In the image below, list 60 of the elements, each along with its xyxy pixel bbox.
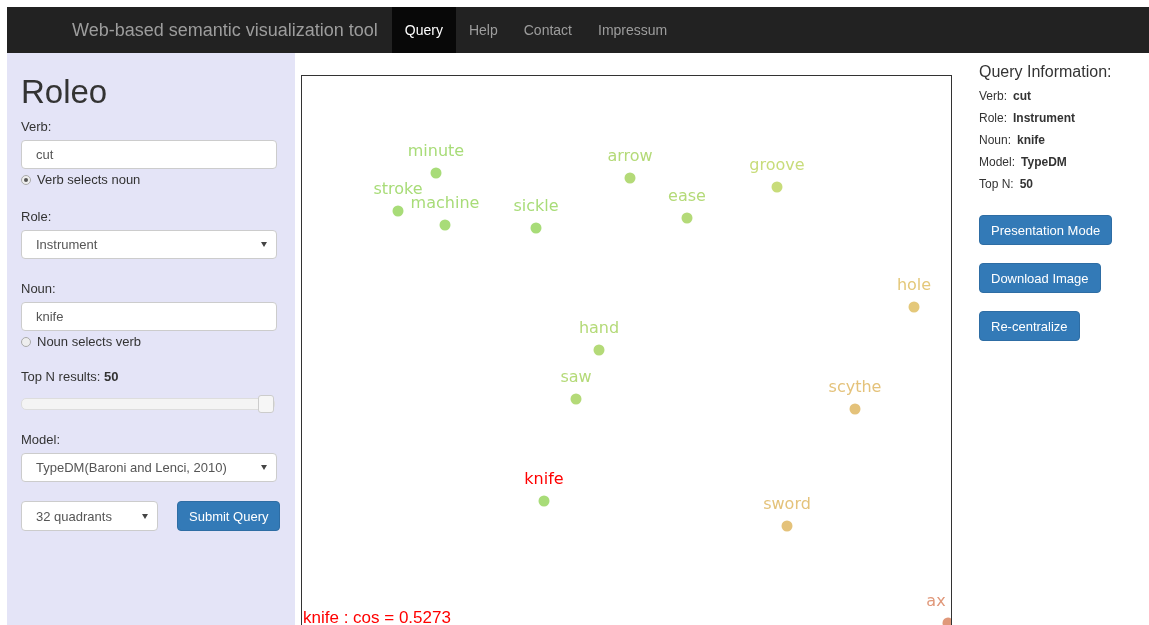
app-title: Roleo xyxy=(21,73,109,111)
word-dot[interactable] xyxy=(681,212,693,224)
info-row-text: Role: Instrument xyxy=(979,111,1077,125)
nav-link[interactable]: Impressum xyxy=(585,7,681,53)
caret-icon xyxy=(142,513,148,519)
action-button[interactable]: Presentation Mode xyxy=(979,215,1113,245)
word-label: hand xyxy=(578,318,620,337)
action-button[interactable]: Download Image xyxy=(979,263,1101,293)
word-dot[interactable] xyxy=(538,495,550,507)
word-label: hole xyxy=(896,275,932,294)
nav-link[interactable]: Contact xyxy=(510,7,585,53)
nav-link[interactable]: Help xyxy=(455,7,511,53)
field-label: Noun: xyxy=(21,281,57,296)
caret-icon xyxy=(261,242,267,247)
word-dot[interactable] xyxy=(570,393,582,405)
word-label: minute xyxy=(407,141,465,160)
field-label: Model: xyxy=(21,432,62,447)
word-label: groove xyxy=(749,155,805,174)
verb-field[interactable]: cut xyxy=(21,140,277,169)
model-select[interactable]: TypeDM(Baroni and Lenci, 2010) xyxy=(21,453,277,482)
word-dot[interactable] xyxy=(908,301,920,313)
word-label: knife xyxy=(524,469,564,488)
word-label: sword xyxy=(763,494,811,513)
slider-label: Top N results: 50 xyxy=(21,369,120,384)
info-title: Query Information: xyxy=(979,63,1113,81)
nav-link[interactable]: Query xyxy=(391,7,456,53)
word-dot[interactable] xyxy=(392,205,404,217)
word-dot[interactable] xyxy=(530,222,542,234)
word-dot[interactable] xyxy=(439,219,451,231)
word-dot[interactable] xyxy=(781,520,793,532)
word-dot[interactable] xyxy=(624,172,636,184)
role-select[interactable]: Instrument xyxy=(21,230,277,259)
field-label: Verb: xyxy=(21,119,53,134)
field-label: Role: xyxy=(21,209,53,224)
word-label: ax xyxy=(926,591,946,610)
action-button[interactable]: Re-centralize xyxy=(979,311,1080,341)
info-row-text: Verb: cut xyxy=(979,89,1033,103)
brand-title: Web-based semantic visualization tool xyxy=(72,18,378,42)
noun-field[interactable]: knife xyxy=(21,302,277,331)
submit-button[interactable]: Submit Query xyxy=(177,501,281,531)
word-label: saw xyxy=(560,367,592,386)
slider-thumb[interactable] xyxy=(258,395,274,413)
caret-icon xyxy=(261,465,267,470)
radio-button[interactable] xyxy=(21,336,31,347)
word-dot[interactable] xyxy=(430,167,442,179)
word-label: arrow xyxy=(607,146,653,165)
word-dot[interactable] xyxy=(593,344,605,356)
info-row-text: Noun: knife xyxy=(979,133,1047,147)
word-label: scythe xyxy=(828,377,882,396)
word-label: ease xyxy=(668,186,706,205)
word-dot[interactable] xyxy=(849,403,861,415)
radio-label: Noun selects verb xyxy=(37,334,142,349)
similarity-readout: knife : cos = 0.5273 xyxy=(303,608,451,625)
info-row-text: Top N: 50 xyxy=(979,177,1035,191)
word-label: sickle xyxy=(513,196,559,215)
info-row-text: Model: TypeDM xyxy=(979,155,1068,169)
word-dot[interactable] xyxy=(771,181,783,193)
quadrants-select[interactable]: 32 quadrants xyxy=(21,501,158,531)
radio-button[interactable] xyxy=(21,174,31,185)
radio-label: Verb selects noun xyxy=(37,172,141,187)
